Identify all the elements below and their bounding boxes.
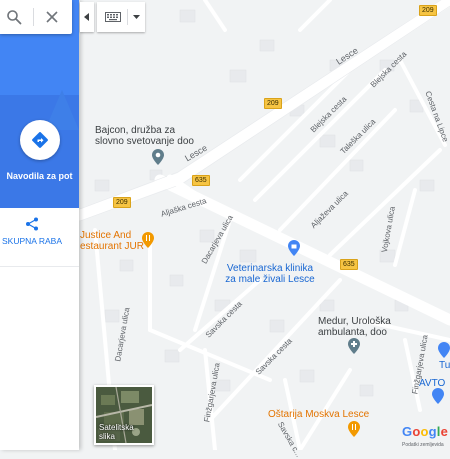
google-logo-letter: e <box>440 424 449 439</box>
google-logo-letter: g <box>428 424 437 439</box>
medical-pin-icon[interactable] <box>348 338 360 354</box>
route-shield: 635 <box>192 175 210 186</box>
route-shield: 635 <box>340 259 358 270</box>
poi-name[interactable]: Justice And estaurant JUR <box>80 230 144 252</box>
share-icon <box>26 217 38 231</box>
shopping-pin-icon[interactable] <box>438 342 450 358</box>
chevron-left-icon <box>84 13 89 21</box>
route-shield: 209 <box>113 197 131 208</box>
poi-name: Bajcon, družba za slovno svetovanje doo <box>95 125 194 147</box>
search-divider <box>33 8 34 26</box>
directions-icon <box>32 132 48 148</box>
route-shield: 209 <box>419 5 437 16</box>
search-box[interactable] <box>0 0 72 34</box>
share-button[interactable]: SKUPNA RABA <box>0 212 79 267</box>
poi-name[interactable]: Veterinarska klinika za male živali Lesc… <box>222 263 318 285</box>
map-pin-icon[interactable] <box>152 149 164 165</box>
close-icon[interactable] <box>45 10 59 24</box>
satellite-label: Satelitska slika <box>99 423 134 441</box>
map-attribution[interactable]: Podatki zemljevida <box>402 442 444 448</box>
poi-name[interactable]: Medur, Urološka ambulanta, doo <box>318 316 391 338</box>
search-icon[interactable] <box>6 9 22 25</box>
input-tools-button[interactable] <box>97 2 145 32</box>
restaurant-pin-icon[interactable] <box>142 232 154 248</box>
shopping-pin-icon[interactable] <box>288 240 300 256</box>
poi-label[interactable]: Bajcon, družba za slovno svetovanje doo <box>95 125 194 147</box>
kbd-divider <box>127 9 128 25</box>
collapse-panel-button[interactable] <box>80 2 94 32</box>
shopping-pin-icon[interactable] <box>432 388 444 404</box>
keyboard-icon <box>105 12 121 22</box>
route-shield: 209 <box>264 98 282 109</box>
google-logo-letter: o <box>420 424 429 439</box>
google-logo-text: Google <box>402 424 448 439</box>
restaurant-pin-icon[interactable] <box>348 421 360 437</box>
google-logo: Google <box>402 424 448 439</box>
caret-down-icon[interactable] <box>133 15 140 19</box>
side-panel: Navodila za pot SKUPNA RABA <box>0 0 79 450</box>
directions-button[interactable] <box>20 120 60 160</box>
poi-name[interactable]: Tu <box>439 360 450 371</box>
satellite-toggle[interactable]: Satelitska slika <box>94 385 154 445</box>
poi-name[interactable]: Oštarija Moskva Lesce <box>268 409 369 420</box>
google-logo-letter: G <box>402 424 413 439</box>
directions-label[interactable]: Navodila za pot <box>0 170 79 182</box>
share-label: SKUPNA RABA <box>2 236 62 246</box>
